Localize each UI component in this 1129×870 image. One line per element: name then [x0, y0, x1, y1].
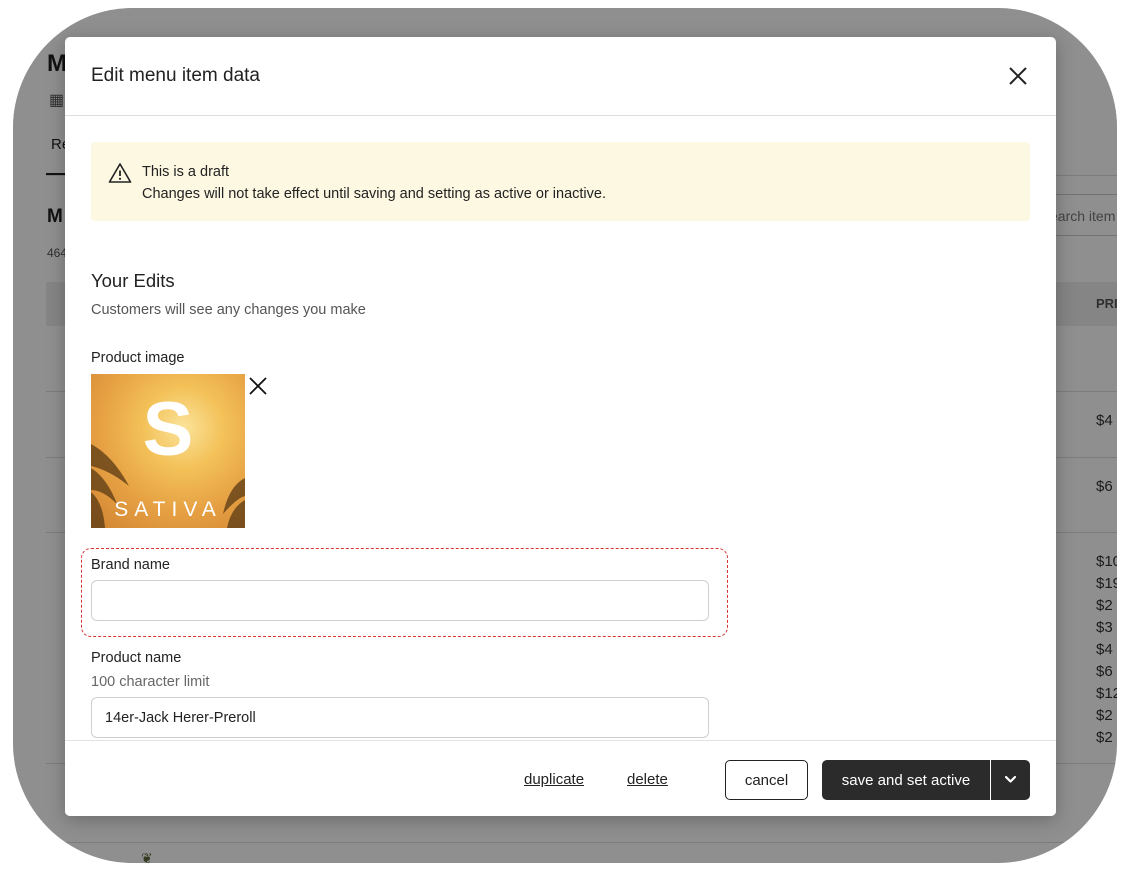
duplicate-button[interactable]: duplicate	[524, 771, 584, 788]
save-options-dropdown-button[interactable]	[991, 760, 1030, 800]
product-image-caption: SATIVA	[114, 498, 222, 521]
product-name-hint: 100 character limit	[91, 674, 210, 690]
close-button[interactable]	[1003, 61, 1033, 91]
product-name-label: Product name	[91, 650, 182, 666]
product-name-input[interactable]	[91, 697, 709, 738]
brand-name-label: Brand name	[91, 557, 170, 573]
product-image-label: Product image	[91, 350, 185, 366]
close-icon	[249, 377, 267, 395]
draft-banner-message: Changes will not take effect until savin…	[142, 186, 606, 202]
draft-banner: This is a draft Changes will not take ef…	[91, 142, 1030, 221]
your-edits-subtitle: Customers will see any changes you make	[91, 302, 366, 318]
warning-icon	[108, 163, 132, 183]
cancel-button[interactable]: cancel	[725, 760, 808, 800]
draft-banner-title: This is a draft	[142, 164, 230, 180]
delete-button[interactable]: delete	[627, 771, 668, 788]
your-edits-heading: Your Edits	[91, 270, 175, 291]
save-and-set-active-button[interactable]: save and set active	[822, 760, 990, 800]
product-image-letter: S	[142, 387, 194, 472]
close-icon	[1009, 67, 1027, 85]
edit-menu-item-modal: Edit menu item data This is a draft Chan…	[65, 37, 1056, 816]
remove-image-button[interactable]	[248, 376, 268, 396]
brand-name-input[interactable]	[91, 580, 709, 621]
modal-footer: duplicate delete cancel save and set act…	[65, 740, 1056, 816]
chevron-down-icon	[1004, 775, 1017, 783]
product-image[interactable]: S SATIVA	[91, 374, 245, 528]
modal-title: Edit menu item data	[91, 65, 260, 86]
modal-header: Edit menu item data	[65, 37, 1056, 116]
